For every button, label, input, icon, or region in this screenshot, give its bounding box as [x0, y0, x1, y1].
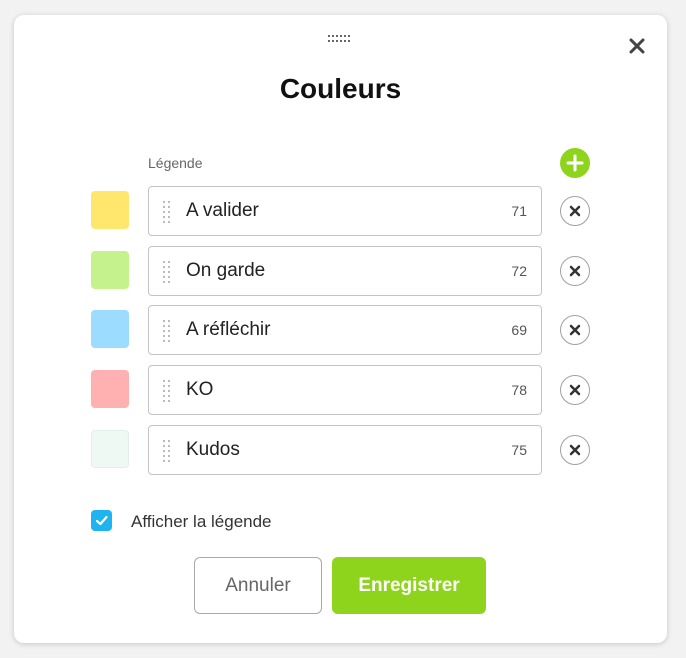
color-swatch[interactable] — [91, 430, 129, 468]
close-icon — [629, 38, 645, 54]
remove-color-button[interactable] — [560, 315, 590, 345]
colors-dialog: Couleurs Légende 71 72 — [14, 15, 667, 643]
color-label-field: 72 — [148, 246, 542, 296]
row-grip-icon[interactable] — [163, 380, 171, 402]
color-label-input[interactable] — [186, 306, 485, 354]
color-row: 75 — [14, 425, 667, 475]
color-label-field: 75 — [148, 425, 542, 475]
drag-grip-icon[interactable] — [327, 34, 351, 44]
row-grip-icon[interactable] — [163, 320, 171, 342]
close-button[interactable] — [626, 35, 648, 57]
color-count: 69 — [511, 322, 527, 338]
color-label-field: 78 — [148, 365, 542, 415]
color-swatch[interactable] — [91, 370, 129, 408]
cancel-button[interactable]: Annuler — [194, 557, 322, 614]
x-icon — [569, 444, 581, 456]
plus-icon — [566, 154, 584, 172]
color-label-input[interactable] — [186, 366, 485, 414]
color-count: 71 — [511, 203, 527, 219]
color-row: 69 — [14, 305, 667, 355]
x-icon — [569, 205, 581, 217]
color-row: 78 — [14, 365, 667, 415]
color-swatch[interactable] — [91, 251, 129, 289]
x-icon — [569, 384, 581, 396]
add-color-button[interactable] — [560, 148, 590, 178]
color-swatch[interactable] — [91, 310, 129, 348]
legend-header: Légende — [148, 155, 203, 171]
save-button[interactable]: Enregistrer — [332, 557, 486, 614]
dialog-title: Couleurs — [279, 73, 402, 104]
show-legend-checkbox[interactable] — [91, 510, 112, 531]
color-label-field: 71 — [148, 186, 542, 236]
color-label-input[interactable] — [186, 426, 485, 474]
row-grip-icon[interactable] — [163, 440, 171, 462]
remove-color-button[interactable] — [560, 196, 590, 226]
x-icon — [569, 265, 581, 277]
checkmark-icon — [95, 515, 108, 526]
color-label-input[interactable] — [186, 247, 485, 295]
row-grip-icon[interactable] — [163, 261, 171, 283]
color-count: 72 — [511, 263, 527, 279]
color-count: 78 — [511, 382, 527, 398]
color-row: 71 — [14, 186, 667, 236]
remove-color-button[interactable] — [560, 256, 590, 286]
color-count: 75 — [511, 442, 527, 458]
x-icon — [569, 324, 581, 336]
color-swatch[interactable] — [91, 191, 129, 229]
color-label-field: 69 — [148, 305, 542, 355]
show-legend-label[interactable]: Afficher la légende — [131, 512, 272, 532]
remove-color-button[interactable] — [560, 435, 590, 465]
color-row: 72 — [14, 246, 667, 296]
row-grip-icon[interactable] — [163, 201, 171, 223]
color-label-input[interactable] — [186, 187, 485, 235]
remove-color-button[interactable] — [560, 375, 590, 405]
